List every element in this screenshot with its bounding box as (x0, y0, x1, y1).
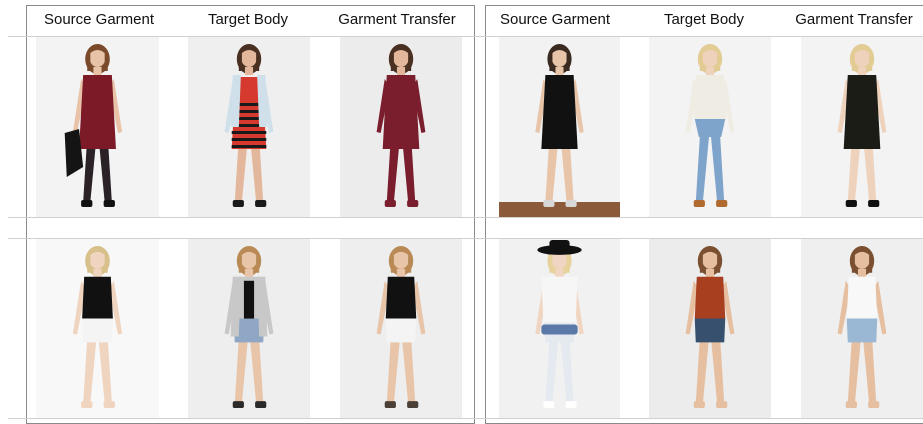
photo-source-garment (499, 37, 620, 217)
header-source-garment-left: Source Garment (43, 11, 155, 28)
photo-target-body (188, 239, 310, 418)
header-garment-transfer-right: Garment Transfer (795, 11, 913, 28)
header-garment-transfer-left: Garment Transfer (338, 11, 456, 28)
photo-target-body (649, 37, 771, 217)
photo-garment-transfer (801, 37, 923, 217)
photo-garment-transfer (340, 239, 462, 418)
photo-target-body (188, 37, 310, 217)
header-target-body-left: Target Body (207, 11, 289, 28)
photo-source-garment (36, 37, 159, 217)
photo-garment-transfer (340, 37, 462, 217)
grid-rule-mid-1 (8, 217, 923, 218)
header-source-garment-right: Source Garment (499, 11, 611, 28)
photo-garment-transfer (801, 239, 923, 418)
grid-rule-bottom (8, 418, 923, 419)
header-target-body-right: Target Body (663, 11, 745, 28)
photo-source-garment (36, 239, 159, 418)
photo-target-body (649, 239, 771, 418)
photo-source-garment (499, 239, 620, 418)
